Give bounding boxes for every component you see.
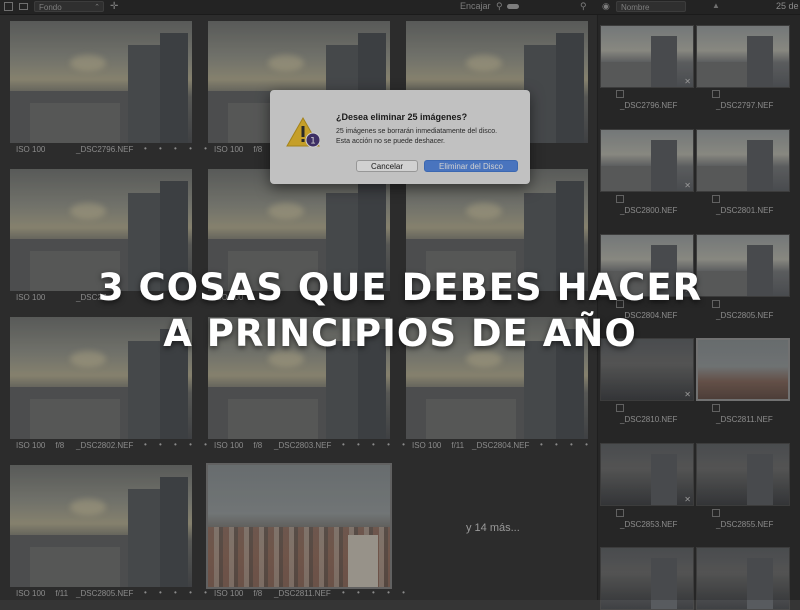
reject-icon[interactable]: ✕: [684, 181, 691, 190]
reject-icon[interactable]: ✕: [684, 77, 691, 86]
strip-thumbnail[interactable]: [696, 25, 790, 88]
file-name: _DSC2796.NEF: [76, 145, 134, 154]
cancel-button[interactable]: Cancelar: [356, 160, 418, 172]
file-name: _DSC2811.NEF: [274, 589, 331, 598]
aperture-label: f/11: [451, 441, 465, 450]
strip-file-name: _DSC2853.NEF: [620, 520, 678, 529]
fit-button[interactable]: Encajar: [460, 1, 491, 11]
select-checkbox[interactable]: [712, 90, 720, 98]
rating-dots[interactable]: • • • • •: [342, 588, 410, 597]
select-checkbox[interactable]: [712, 195, 720, 203]
image-thumbnail[interactable]: [10, 465, 192, 587]
strip-file-name: _DSC2811.NEF: [716, 415, 773, 424]
iso-label: ISO 100: [16, 589, 46, 598]
warning-icon: 1: [286, 116, 320, 148]
file-name: _DSC2802.NEF: [76, 441, 134, 450]
headline-line-1: 3 COSAS QUE DEBES HACER: [97, 266, 703, 309]
aperture-label: f/8: [253, 145, 263, 154]
strip-thumbnail[interactable]: ✕: [600, 129, 694, 192]
select-checkbox[interactable]: [616, 90, 624, 98]
select-checkbox[interactable]: [616, 509, 624, 517]
delete-confirm-dialog: 1 ¿Desea eliminar 25 imágenes? 25 imágen…: [270, 90, 530, 184]
search-icon[interactable]: ⚲: [580, 1, 587, 12]
grid-cell-selected[interactable]: ISO 100 f/8 _DSC2811.NEF • • • • •: [198, 459, 405, 607]
iso-label: ISO 100: [412, 441, 442, 450]
strip-thumbnail[interactable]: [696, 129, 790, 192]
iso-label: ISO 100: [214, 589, 244, 598]
grid-view-icon[interactable]: [4, 2, 13, 11]
file-name: _DSC2804.NEF: [472, 441, 530, 450]
iso-label: ISO 100: [214, 145, 244, 154]
zoom-icon: ⚲: [496, 1, 503, 11]
sort-select-label: Nombre: [621, 3, 650, 12]
sort-ascending-icon[interactable]: ▲: [712, 1, 720, 10]
image-count: 25 de: [776, 1, 799, 11]
chevron-down-icon: ⌃: [94, 4, 100, 11]
aperture-label: f/8: [253, 589, 263, 598]
select-checkbox[interactable]: [616, 404, 624, 412]
sort-select[interactable]: Nombre: [616, 1, 686, 12]
strip-file-name: _DSC2797.NEF: [716, 101, 774, 110]
image-thumbnail[interactable]: [10, 21, 192, 143]
strip-file-name: _DSC2810.NEF: [620, 415, 678, 424]
strip-thumbnail[interactable]: ✕: [600, 443, 694, 506]
aperture-label: f/8: [55, 441, 65, 450]
more-images-label: y 14 más...: [466, 522, 520, 534]
strip-thumbnail[interactable]: [696, 443, 790, 506]
grid-cell[interactable]: ISO 100 f/11 _DSC2805.NEF • • • • •: [0, 459, 207, 607]
delete-from-disk-button[interactable]: Eliminar del Disco: [424, 160, 518, 172]
dialog-warning: Esta acción no se puede deshacer.: [336, 138, 445, 145]
dialog-title: ¿Desea eliminar 25 imágenes?: [336, 112, 468, 122]
eye-icon[interactable]: ◉: [602, 1, 610, 12]
strip-file-name: _DSC2855.NEF: [716, 520, 774, 529]
strip-thumbnail[interactable]: ✕: [600, 25, 694, 88]
toolbar: Fondo ⌃ ✛ Encajar ⚲ ⚲ ◉ Nombre ▲ 25 de: [0, 0, 800, 15]
reject-icon[interactable]: ✕: [684, 390, 691, 399]
aperture-label: f/8: [253, 441, 263, 450]
iso-label: ISO 100: [16, 441, 46, 450]
strip-file-name: _DSC2796.NEF: [620, 101, 678, 110]
file-name: _DSC2803.NEF: [274, 441, 332, 450]
strip-file-name: _DSC2801.NEF: [716, 206, 774, 215]
select-checkbox[interactable]: [712, 509, 720, 517]
headline-line-2: A PRINCIPIOS DE AÑO: [163, 312, 637, 355]
grid-cell[interactable]: ISO 100 _DSC2796.NEF • • • • •: [0, 15, 207, 163]
reject-icon[interactable]: ✕: [684, 495, 691, 504]
iso-label: ISO 100: [16, 145, 46, 154]
strip-thumbnail[interactable]: [600, 547, 694, 610]
file-name: _DSC2805.NEF: [76, 589, 134, 598]
zoom-slider[interactable]: [507, 4, 519, 9]
folder-select-label: Fondo: [39, 3, 62, 12]
strip-file-name: _DSC2800.NEF: [620, 206, 678, 215]
image-thumbnail[interactable]: [206, 463, 392, 589]
iso-label: ISO 100: [214, 441, 244, 450]
svg-text:1: 1: [310, 137, 316, 147]
single-view-icon[interactable]: [19, 3, 28, 10]
dialog-message: 25 imágenes se borrarán inmediatamente d…: [336, 128, 498, 135]
select-checkbox[interactable]: [712, 404, 720, 412]
strip-thumbnail[interactable]: [696, 547, 790, 610]
folder-select[interactable]: Fondo ⌃: [34, 1, 104, 12]
crosshair-icon[interactable]: ✛: [110, 1, 118, 12]
aperture-label: f/11: [55, 589, 69, 598]
select-checkbox[interactable]: [616, 195, 624, 203]
